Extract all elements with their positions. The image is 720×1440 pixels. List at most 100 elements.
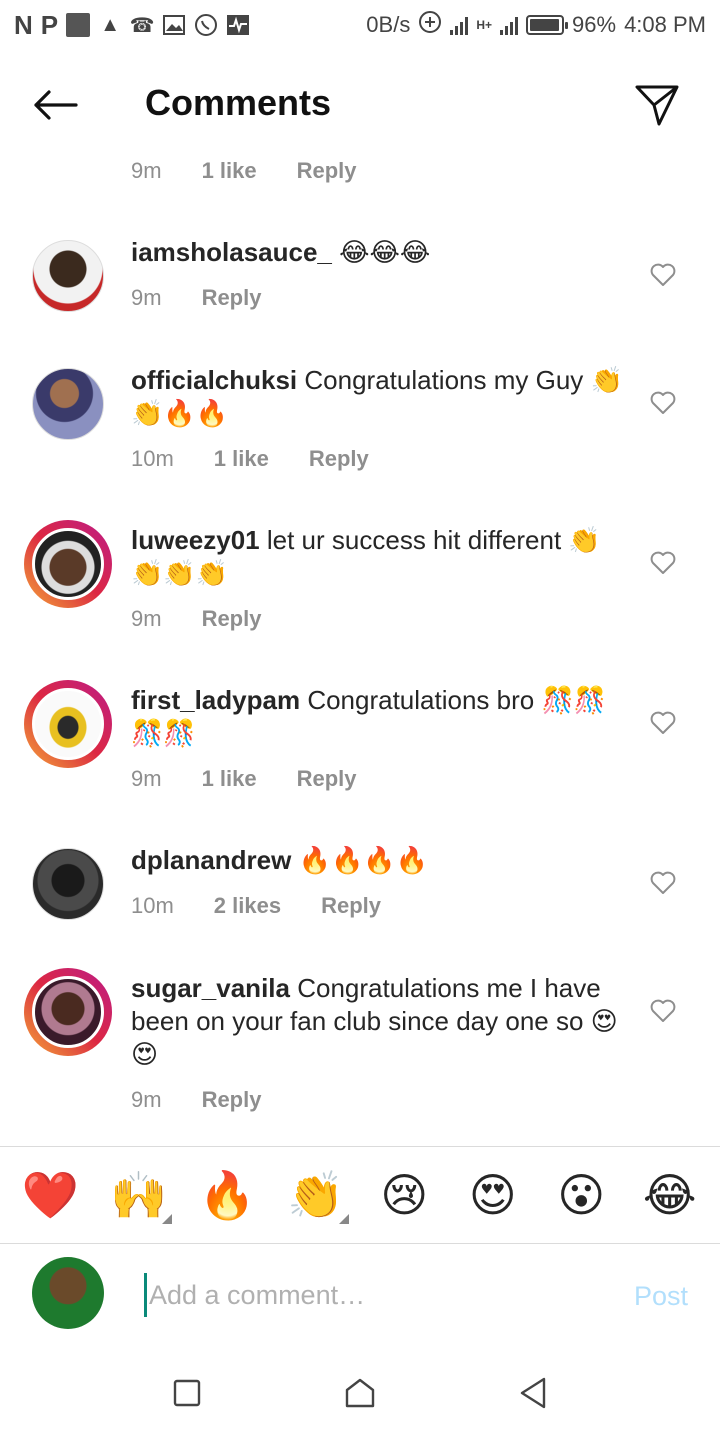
warning-icon: ▲ <box>100 13 121 36</box>
reply-button[interactable]: Reply <box>202 1083 262 1116</box>
share-button[interactable] <box>632 80 682 130</box>
comment-body: dplanandrew 🔥🔥🔥🔥 10m 2 likes Reply <box>131 844 631 922</box>
battery-fill <box>530 19 559 31</box>
p-letter-icon: P <box>40 9 59 40</box>
clock: 4:08 PM <box>624 12 706 37</box>
avatar[interactable] <box>24 968 112 1056</box>
reply-button[interactable]: Reply <box>321 889 381 922</box>
emoji-clap-button[interactable]: 👏 <box>281 1160 351 1230</box>
comment-body: first_ladypam Congratulations bro 🎊🎊🎊🎊 9… <box>131 684 631 795</box>
comment-time: 10m <box>131 893 174 918</box>
emoji-surprised-button[interactable]: 😮 <box>546 1160 616 1230</box>
comment-text: 🔥🔥🔥🔥 <box>298 845 429 875</box>
like-button[interactable] <box>648 708 678 738</box>
comment-meta: 10m 2 likes Reply <box>131 889 631 922</box>
reply-button[interactable]: Reply <box>297 762 357 795</box>
comment-body: luweezy01 let ur success hit different 👏… <box>131 524 631 635</box>
current-user-avatar <box>32 1257 104 1329</box>
avatar[interactable] <box>24 520 112 608</box>
comment-username[interactable]: officialchuksi <box>131 365 297 395</box>
emoji-laughing-button[interactable]: 😂 <box>635 1160 705 1230</box>
heart-icon <box>650 999 676 1022</box>
whatsapp-icon <box>194 13 218 37</box>
reply-button[interactable]: Reply <box>309 442 369 475</box>
system-back-button[interactable] <box>503 1363 563 1423</box>
back-button[interactable] <box>30 82 80 128</box>
network-type: H+ <box>476 18 493 32</box>
emoji-crying-button[interactable]: 😢 <box>369 1160 439 1230</box>
missed-call-icon: ☎ <box>129 14 155 37</box>
comment-likes[interactable]: 1 like <box>214 442 269 475</box>
reply-button[interactable]: Reply <box>202 602 262 635</box>
comment-likes[interactable]: 2 likes <box>214 889 281 922</box>
comment-username[interactable]: iamsholasauce_ <box>131 237 332 267</box>
paper-plane-icon <box>635 85 679 126</box>
post-button[interactable]: Post <box>634 1281 688 1312</box>
emoji-fire-button[interactable]: 🔥 <box>192 1160 262 1230</box>
clap-icon: 👏 <box>287 1168 345 1221</box>
comment-time: 9m <box>131 766 162 791</box>
data-saver-icon <box>418 10 442 40</box>
square-icon <box>173 1379 200 1406</box>
heart-icon <box>650 263 676 286</box>
skin-tone-indicator-icon <box>338 1214 349 1224</box>
status-right-icons: 0B/s H+ 96% 4:08 PM <box>366 10 706 40</box>
system-nav-bar <box>0 1345 720 1440</box>
status-left-icons: N P ▲ ☎ <box>14 10 250 41</box>
comment-body: sugar_vanila Congratulations me I have b… <box>131 972 631 1116</box>
comment-username[interactable]: sugar_vanila <box>131 973 290 1003</box>
comment-meta: 9m Reply <box>131 281 631 314</box>
quick-emoji-bar: ❤️ 🙌 🔥 👏 😢 😍 😮 😂 <box>0 1146 720 1244</box>
comment-composer: Post <box>0 1245 720 1345</box>
comment-meta: 10m 1 like Reply <box>131 442 631 475</box>
status-bar: N P ▲ ☎ 0B/s H+ 96% 4:08 PM <box>0 0 720 50</box>
gallery-icon <box>162 13 186 37</box>
battery-percent: 96% <box>572 12 617 37</box>
comment-time: 9m <box>131 285 162 310</box>
comment-username[interactable]: dplanandrew <box>131 845 291 875</box>
comment-body: iamsholasauce_ 😂😂😂 9m Reply <box>131 236 631 314</box>
comment-username[interactable]: first_ladypam <box>131 685 300 715</box>
like-button[interactable] <box>648 260 678 290</box>
comment-input[interactable] <box>144 1273 584 1317</box>
comment-time: 10m <box>131 446 174 471</box>
avatar[interactable] <box>24 232 112 320</box>
avatar[interactable] <box>24 360 112 448</box>
like-button[interactable] <box>648 868 678 898</box>
comment-time: 9m <box>131 1087 162 1112</box>
emoji-raised-hands-button[interactable]: 🙌 <box>104 1160 174 1230</box>
recents-button[interactable] <box>157 1363 217 1423</box>
heart-icon <box>650 871 676 894</box>
home-icon <box>345 1378 375 1407</box>
battery-icon <box>526 15 569 35</box>
comment-meta: 9m Reply <box>131 602 631 635</box>
like-button[interactable] <box>648 548 678 578</box>
gray-square-icon <box>66 13 91 37</box>
arrow-left-icon <box>34 90 78 120</box>
comment-meta: 9m Reply <box>131 1083 631 1116</box>
like-button[interactable] <box>648 996 678 1026</box>
comment-meta: 9m 1 like Reply <box>131 158 357 184</box>
avatar[interactable] <box>24 840 112 928</box>
header: Comments <box>0 60 720 150</box>
comment-likes[interactable]: 1 like <box>202 762 257 795</box>
raised-hands-icon: 🙌 <box>110 1168 168 1221</box>
skin-tone-indicator-icon <box>161 1214 172 1224</box>
comment-meta: 9m 1 like Reply <box>131 762 631 795</box>
comment-likes[interactable]: 1 like <box>202 158 257 184</box>
comment-text: 😂😂😂 <box>339 237 431 267</box>
heart-icon <box>650 391 676 414</box>
emoji-heart-eyes-button[interactable]: 😍 <box>458 1160 528 1230</box>
comment-username[interactable]: luweezy01 <box>131 525 260 555</box>
avatar[interactable] <box>24 680 112 768</box>
emoji-heart-button[interactable]: ❤️ <box>15 1160 85 1230</box>
like-button[interactable] <box>648 388 678 418</box>
home-button[interactable] <box>330 1363 390 1423</box>
activity-icon <box>226 13 250 37</box>
reply-button[interactable]: Reply <box>297 158 357 184</box>
comment-body: officialchuksi Congratulations my Guy 👏👏… <box>131 364 631 475</box>
signal-2-icon <box>500 15 519 35</box>
heart-icon <box>650 711 676 734</box>
reply-button[interactable]: Reply <box>202 281 262 314</box>
triangle-back-icon <box>521 1377 546 1408</box>
